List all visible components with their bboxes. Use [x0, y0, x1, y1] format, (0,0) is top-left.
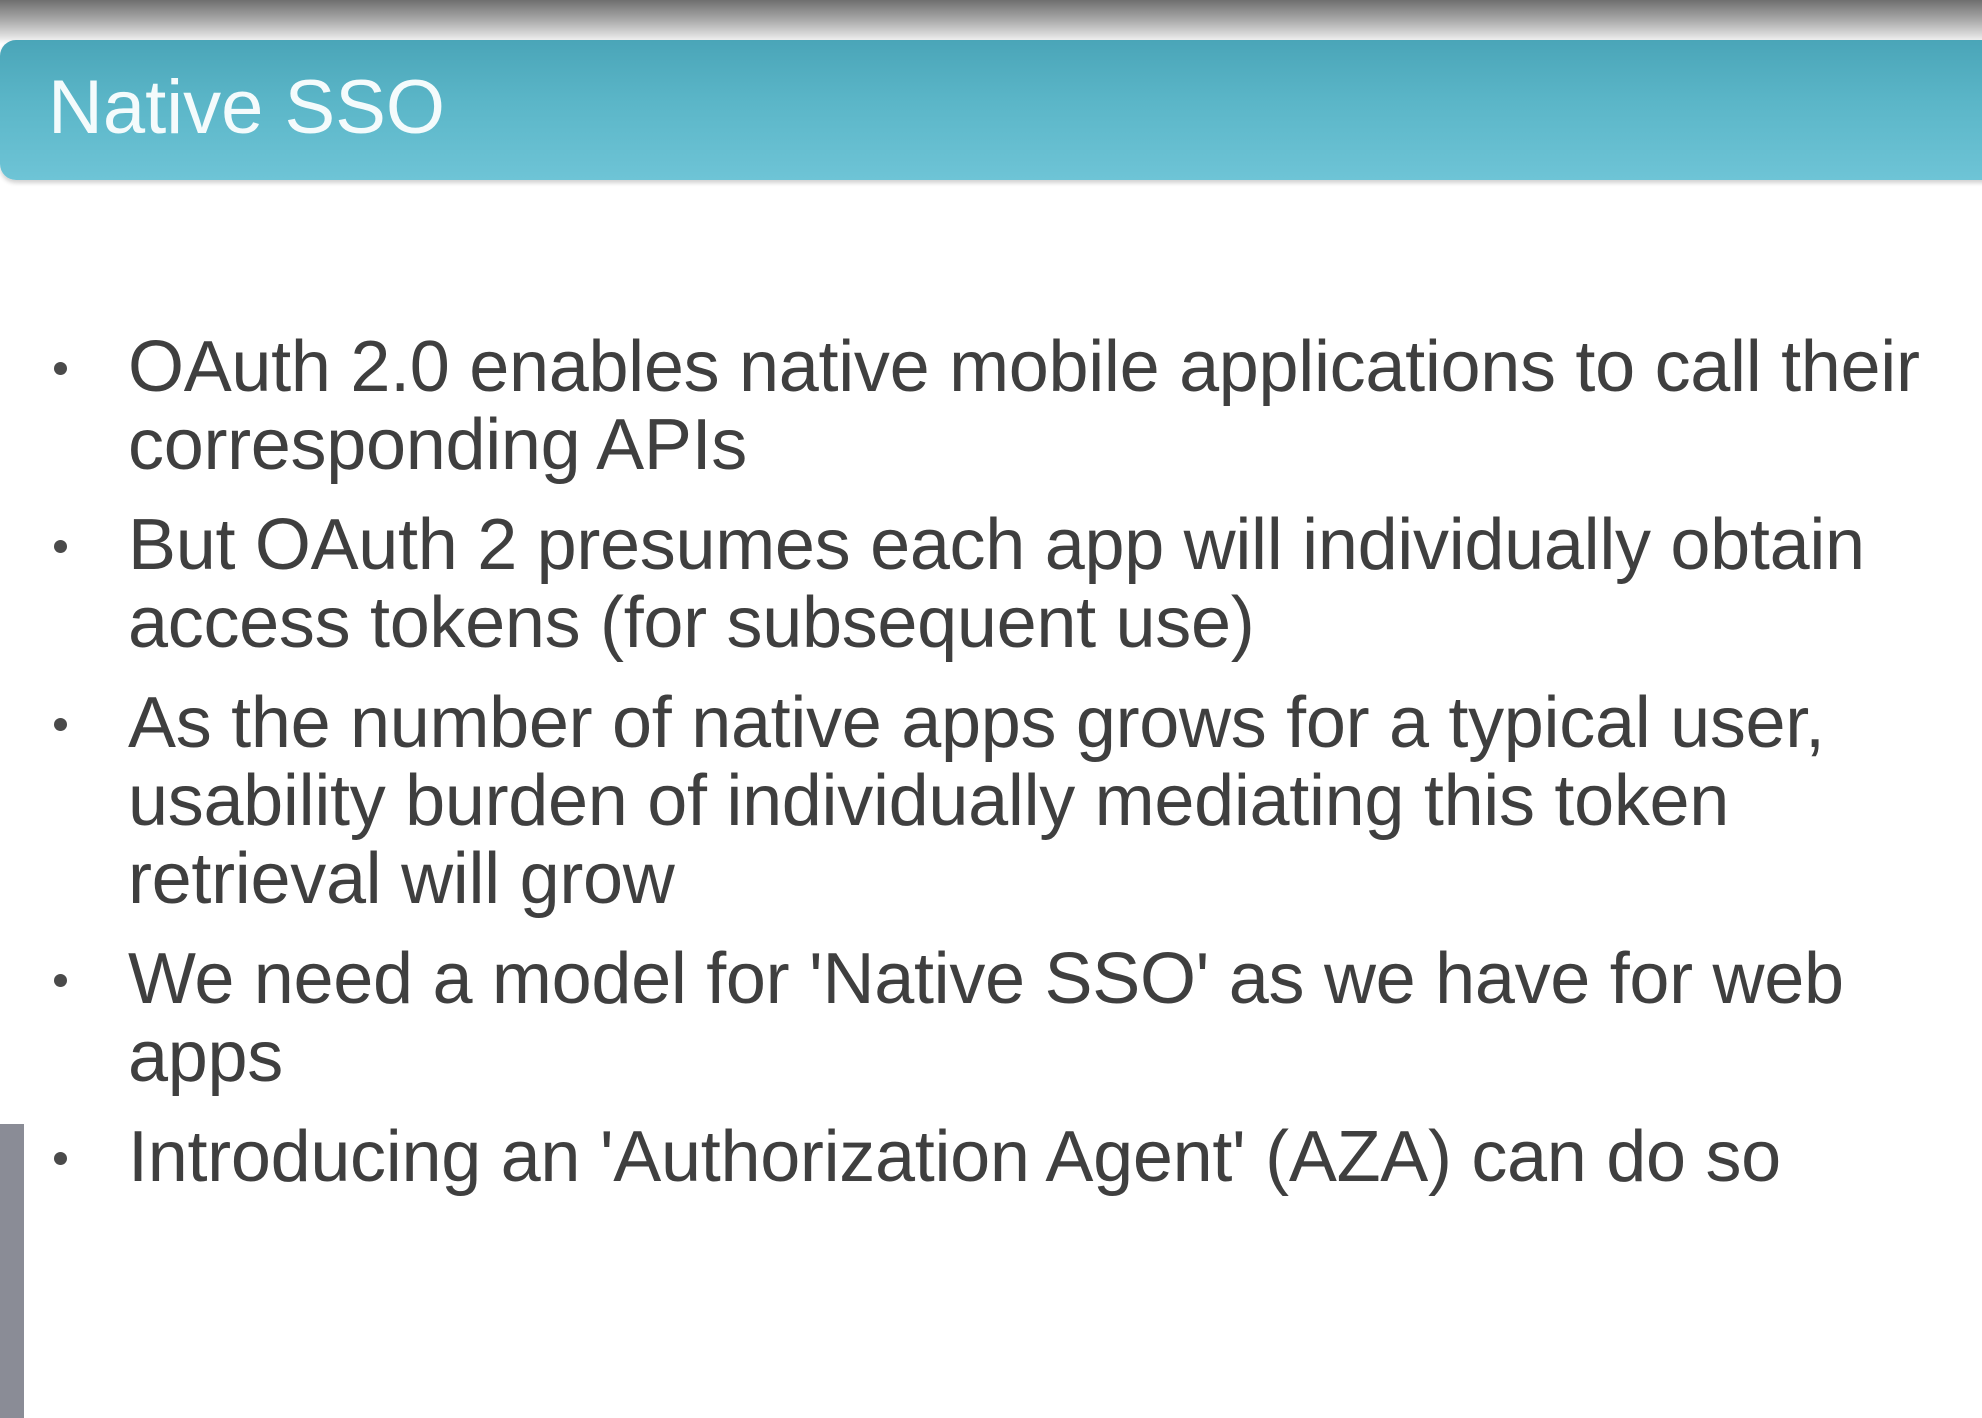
presentation-slide: Native SSO OAuth 2.0 enables native mobi…	[0, 0, 1982, 1418]
bullet-item: We need a model for 'Native SSO' as we h…	[40, 940, 1970, 1096]
bullet-item: But OAuth 2 presumes each app will indiv…	[40, 506, 1970, 662]
bullet-dot-icon	[54, 974, 67, 987]
bullet-text: Introducing an 'Authorization Agent' (AZ…	[128, 1117, 1781, 1197]
bullet-text: As the number of native apps grows for a…	[128, 683, 1825, 919]
bullet-list: OAuth 2.0 enables native mobile applicat…	[40, 328, 1970, 1218]
bullet-item: Introducing an 'Authorization Agent' (AZ…	[40, 1118, 1970, 1196]
slide-title: Native SSO	[48, 65, 446, 150]
bullet-dot-icon	[54, 362, 67, 375]
bullet-text: OAuth 2.0 enables native mobile applicat…	[128, 327, 1920, 485]
bullet-dot-icon	[54, 718, 67, 731]
bullet-dot-icon	[54, 540, 67, 553]
left-edge-scroll-handle[interactable]	[0, 1124, 24, 1418]
bullet-item: As the number of native apps grows for a…	[40, 684, 1970, 918]
bullet-text: But OAuth 2 presumes each app will indiv…	[128, 505, 1865, 663]
bullet-text: We need a model for 'Native SSO' as we h…	[128, 939, 1844, 1097]
bullet-item: OAuth 2.0 enables native mobile applicat…	[40, 328, 1970, 484]
bullet-dot-icon	[54, 1152, 67, 1165]
